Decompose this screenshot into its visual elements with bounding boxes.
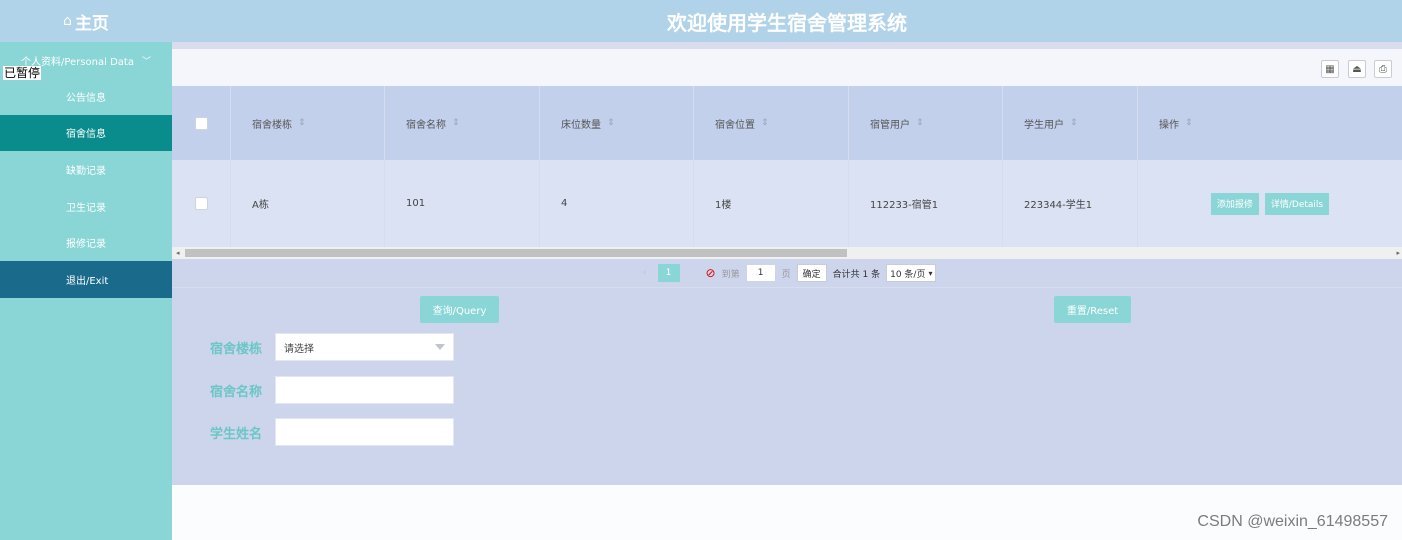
reset-button[interactable]: 重置/Reset xyxy=(1054,296,1131,323)
building-select[interactable]: 请选择 xyxy=(275,333,454,361)
select-all-checkbox[interactable] xyxy=(194,116,208,130)
goto-suffix: 页 xyxy=(781,269,791,280)
sidebar-item-dorm-info[interactable]: 宿舍信息 xyxy=(0,114,172,152)
paused-overlay: 已暂停 xyxy=(3,66,42,80)
columns-icon[interactable]: ▦ xyxy=(1321,60,1339,78)
sidebar-item-exit[interactable]: 退出/Exit xyxy=(0,260,172,298)
sort-icon[interactable]: ⇕ xyxy=(761,118,769,128)
page-size-value: 10 条/页 xyxy=(890,269,926,280)
pagination: ‹ 1 ⊘ 到第 1 页 确定 合计共 1 条 10 条/页 ▾ xyxy=(172,259,1402,288)
horizontal-scrollbar[interactable]: ◂ ▸ xyxy=(172,247,1402,259)
sort-icon[interactable]: ⇕ xyxy=(607,118,615,128)
sort-icon[interactable]: ⇕ xyxy=(1185,118,1193,128)
page-number[interactable]: 1 xyxy=(657,264,680,282)
scroll-left-icon[interactable]: ◂ xyxy=(176,247,180,259)
column-header-label: 宿舍楼栋 xyxy=(252,119,292,131)
sidebar-item-label: 退出/Exit xyxy=(66,275,109,287)
scrollbar-thumb[interactable] xyxy=(185,249,847,257)
cell-student: 223344-学生1 xyxy=(1003,160,1138,247)
cell-manager: 112233-宿管1 xyxy=(849,160,1003,247)
dorm-table: 宿舍楼栋 ⇕ 宿舍名称 ⇕ 床位数量 ⇕ 宿舍位置 ⇕ 宿管用户 ⇕ 学生用户 ⇕ 操作 ⇕ … xyxy=(172,86,1402,259)
details-button[interactable]: 详情/Details xyxy=(1264,192,1330,215)
dorm-name-input[interactable] xyxy=(275,376,454,404)
sidebar-item-label: 缺勤记录 xyxy=(66,165,106,177)
content-divider xyxy=(172,42,1402,49)
building-select-value: 请选择 xyxy=(284,343,314,355)
watermark: CSDN @weixin_61498557 xyxy=(1197,513,1388,530)
sidebar-item-label: 公告信息 xyxy=(66,92,106,104)
sidebar-item-hygiene[interactable]: 卫生记录 xyxy=(0,188,172,225)
column-header[interactable]: 学生用户 ⇕ xyxy=(1003,86,1138,160)
total-count: 合计共 1 条 xyxy=(832,269,881,280)
sidebar-item-label: 宿舍信息 xyxy=(66,129,106,141)
column-header[interactable]: 宿舍名称 ⇕ xyxy=(385,86,540,160)
query-button[interactable]: 查询/Query xyxy=(420,296,499,323)
student-name-label: 学生姓名 xyxy=(210,426,263,442)
page-size-select[interactable]: 10 条/页 ▾ xyxy=(886,264,937,282)
sidebar-item-label: 报修记录 xyxy=(66,239,106,251)
main-content: ▦ ⏏ ⎙ 宿舍楼栋 ⇕ 宿舍名称 ⇕ 床位数量 ⇕ 宿舍位置 ⇕ 宿管用户 ⇕ 学生用户… xyxy=(172,49,1402,485)
home-link[interactable]: ⌂ 主页 xyxy=(0,0,172,42)
cell-location: 1楼 xyxy=(694,160,849,247)
chevron-down-icon: ▾ xyxy=(928,268,933,278)
scroll-right-icon[interactable]: ▸ xyxy=(1396,247,1400,259)
sort-icon[interactable]: ⇕ xyxy=(298,118,306,128)
table-toolbar: ▦ ⏏ ⎙ xyxy=(172,49,1402,86)
home-icon: ⌂ xyxy=(63,13,72,29)
cell-building: A栋 xyxy=(231,160,385,247)
column-header-label: 床位数量 xyxy=(561,119,601,131)
sidebar-item-label: 卫生记录 xyxy=(66,202,106,214)
column-header[interactable]: 操作 ⇕ xyxy=(1138,86,1402,160)
prev-page-icon[interactable]: ‹ xyxy=(638,268,652,278)
column-header-label: 宿舍名称 xyxy=(406,119,446,131)
search-form: 查询/Query 重置/Reset 宿舍楼栋 请选择 宿舍名称 学生姓名 xyxy=(172,288,1402,484)
print-icon[interactable]: ⎙ xyxy=(1374,60,1392,78)
chevron-down-icon xyxy=(435,344,445,350)
goto-page-input[interactable]: 1 xyxy=(745,264,776,282)
site-title: 欢迎使用学生宿舍管理系统 xyxy=(667,10,907,35)
column-header[interactable]: 床位数量 ⇕ xyxy=(540,86,694,160)
row-checkbox[interactable] xyxy=(194,197,208,210)
chevron-down-icon: ﹀ xyxy=(141,56,151,67)
student-name-input[interactable] xyxy=(275,418,454,446)
column-header-label: 宿管用户 xyxy=(870,119,910,131)
column-header[interactable]: 宿舍楼栋 ⇕ xyxy=(231,86,385,160)
dorm-name-label: 宿舍名称 xyxy=(210,384,263,400)
column-header[interactable]: 宿舍位置 ⇕ xyxy=(694,86,849,160)
cell-actions: 添加报修 详情/Details xyxy=(1138,160,1402,247)
row-checkbox-cell xyxy=(172,160,231,247)
column-header-label: 宿舍位置 xyxy=(715,119,755,131)
cell-name: 101 xyxy=(385,160,540,247)
form-row-building: 宿舍楼栋 请选择 xyxy=(210,333,454,361)
add-repair-button[interactable]: 添加报修 xyxy=(1210,192,1259,215)
building-label: 宿舍楼栋 xyxy=(210,341,263,357)
table-header: 宿舍楼栋 ⇕ 宿舍名称 ⇕ 床位数量 ⇕ 宿舍位置 ⇕ 宿管用户 ⇕ 学生用户 ⇕ 操作 ⇕ xyxy=(172,86,1402,160)
sort-icon[interactable]: ⇕ xyxy=(452,118,460,128)
form-row-name: 宿舍名称 xyxy=(210,376,454,404)
column-header-label: 学生用户 xyxy=(1024,119,1064,131)
column-header-label: 操作 xyxy=(1159,119,1179,131)
header-checkbox-cell xyxy=(172,86,231,160)
sort-icon[interactable]: ⇕ xyxy=(916,118,924,128)
goto-confirm-button[interactable]: 确定 xyxy=(796,264,827,282)
export-icon[interactable]: ⏏ xyxy=(1348,60,1366,78)
sidebar-item-notice[interactable]: 公告信息 xyxy=(0,78,172,115)
sort-icon[interactable]: ⇕ xyxy=(1070,118,1078,128)
not-allowed-icon: ⊘ xyxy=(705,266,716,280)
goto-prefix: 到第 xyxy=(721,269,740,280)
home-label: 主页 xyxy=(74,13,109,34)
sidebar: 个人资料/Personal Data ﹀ 已暂停 公告信息 宿舍信息 缺勤记录 … xyxy=(0,42,172,540)
top-bar: ⌂ 主页 欢迎使用学生宿舍管理系统 xyxy=(0,0,1402,42)
table-row: A栋 101 4 1楼 112233-宿管1 223344-学生1 添加报修 详… xyxy=(172,160,1402,247)
sidebar-group-personal-data[interactable]: 个人资料/Personal Data ﹀ 已暂停 xyxy=(0,42,172,80)
sidebar-item-absence[interactable]: 缺勤记录 xyxy=(0,151,172,188)
cell-beds: 4 xyxy=(540,160,694,247)
column-header[interactable]: 宿管用户 ⇕ xyxy=(849,86,1003,160)
sidebar-item-repair[interactable]: 报修记录 xyxy=(0,224,172,261)
form-row-student: 学生姓名 xyxy=(210,418,454,446)
